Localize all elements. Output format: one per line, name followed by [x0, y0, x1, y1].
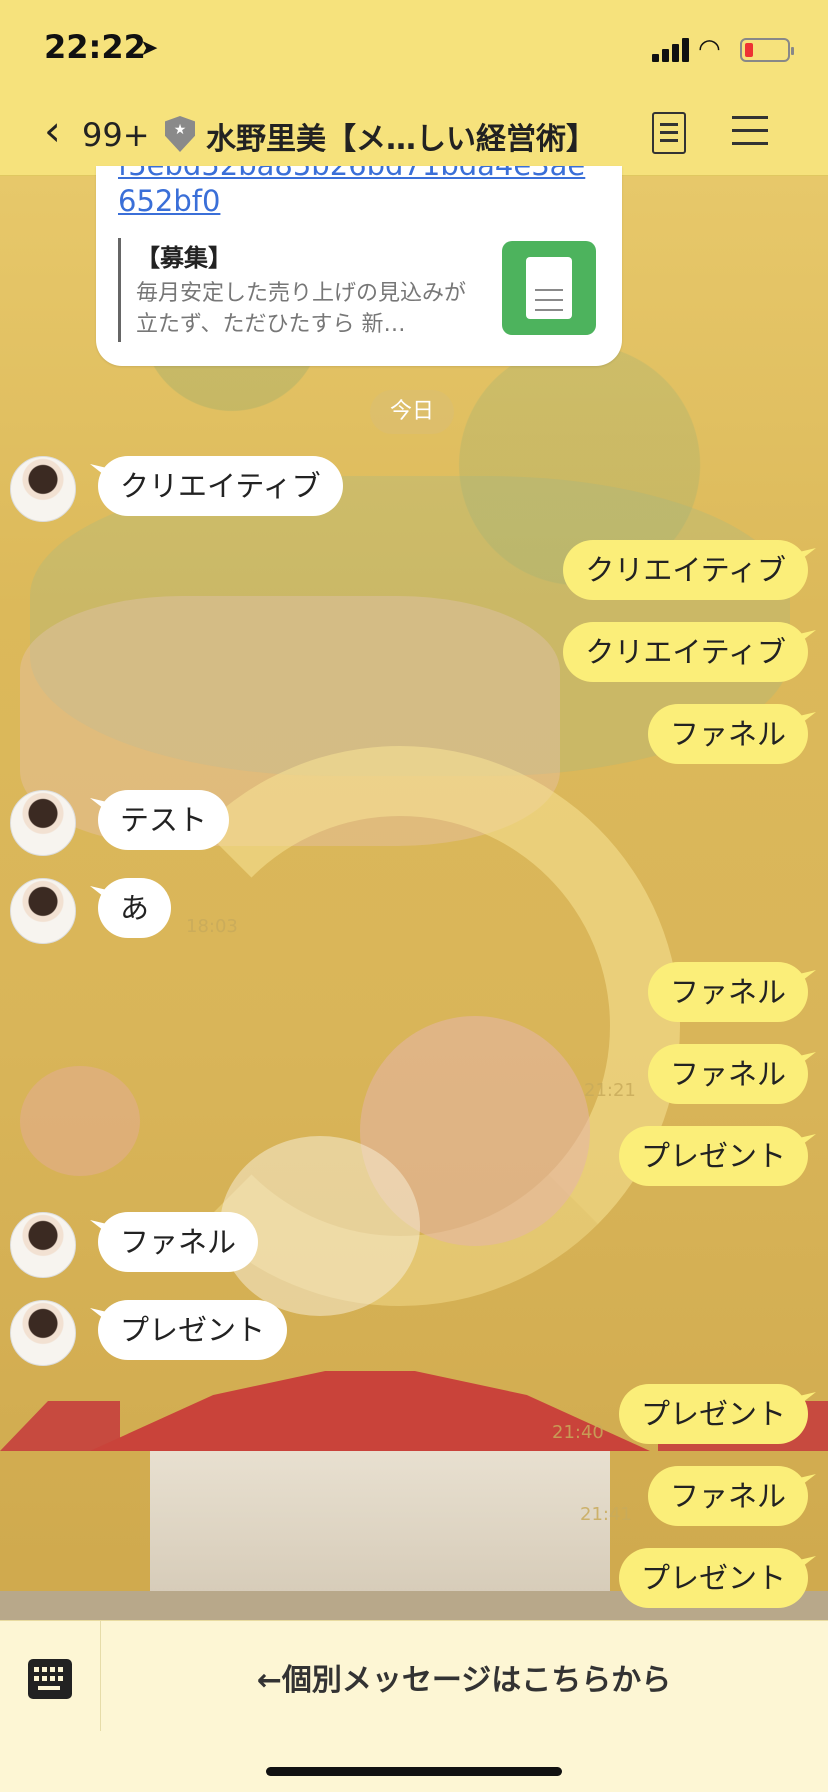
- wifi-icon: ◠: [698, 34, 721, 64]
- preview-title: 【募集】: [136, 244, 232, 272]
- message-bubble[interactable]: プレゼント: [98, 1300, 288, 1360]
- link-text-previous[interactable]: f5ebd52ba85b26bd71bda4e3ae: [118, 166, 585, 182]
- link-text[interactable]: 652bf0: [118, 184, 220, 218]
- avatar[interactable]: [10, 790, 76, 856]
- rich-menu-button[interactable]: ←個別メッセージはこちらから: [100, 1655, 828, 1699]
- message-bubble[interactable]: プレゼント: [618, 1548, 808, 1608]
- message-bubble[interactable]: プレゼント: [618, 1384, 808, 1444]
- message-bubble[interactable]: ファネル: [647, 1044, 808, 1104]
- official-shield-icon: ★: [165, 116, 195, 152]
- message-bubble[interactable]: ファネル: [647, 962, 808, 1022]
- status-time: 22:22: [44, 28, 146, 66]
- menu-icon[interactable]: [732, 116, 768, 148]
- message-time: 18:03: [186, 916, 238, 937]
- avatar[interactable]: [10, 456, 76, 522]
- message-bubble[interactable]: クリエイティブ: [98, 456, 343, 516]
- chat-area[interactable]: f5ebd52ba85b26bd71bda4e3ae 652bf0 【募集】 毎…: [0, 166, 828, 1620]
- bottom-bar: ←個別メッセージはこちらから: [0, 1620, 828, 1792]
- keyboard-icon[interactable]: [28, 1659, 72, 1699]
- note-icon[interactable]: [652, 112, 686, 154]
- message-bubble[interactable]: ファネル: [98, 1212, 259, 1272]
- link-preview-card[interactable]: f5ebd52ba85b26bd71bda4e3ae 652bf0 【募集】 毎…: [96, 166, 622, 366]
- location-icon: ➤: [140, 36, 159, 61]
- message-bubble[interactable]: ファネル: [647, 1466, 808, 1526]
- message-bubble[interactable]: クリエイティブ: [563, 622, 808, 682]
- message-bubble[interactable]: テスト: [98, 790, 230, 850]
- avatar[interactable]: [10, 878, 76, 944]
- status-bar: 22:22 ➤ ◠: [0, 0, 828, 96]
- quote-bar: [118, 238, 121, 342]
- date-separator: 今日: [370, 390, 454, 434]
- avatar[interactable]: [10, 1300, 76, 1366]
- message-time: 21:40: [552, 1422, 604, 1443]
- signal-icon: [652, 38, 692, 62]
- message-bubble[interactable]: プレゼント: [618, 1126, 808, 1186]
- home-indicator[interactable]: [266, 1767, 562, 1776]
- message-bubble[interactable]: クリエイティブ: [563, 540, 808, 600]
- chat-title[interactable]: 水野里美【メ…しい経営術】: [206, 114, 596, 158]
- unread-count[interactable]: 99+: [82, 116, 150, 154]
- chat-header: ‹ 99+ ★ 水野里美【メ…しい経営術】: [0, 96, 828, 176]
- back-icon[interactable]: ‹: [44, 110, 61, 152]
- document-icon: [502, 241, 596, 335]
- message-bubble[interactable]: あ: [98, 878, 172, 938]
- preview-text: 毎月安定した売り上げの見込みが立たず、ただひたすら 新…: [136, 281, 467, 337]
- battery-icon: [740, 38, 794, 62]
- avatar[interactable]: [10, 1212, 76, 1278]
- message-bubble[interactable]: ファネル: [647, 704, 808, 764]
- message-time: 21:21: [584, 1080, 636, 1101]
- message-time: 21:41: [580, 1504, 632, 1525]
